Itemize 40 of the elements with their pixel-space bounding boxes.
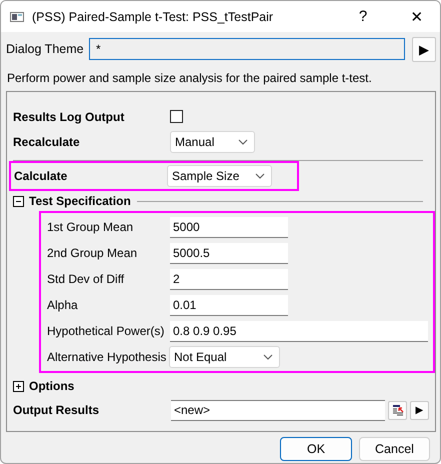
field-label: Std Dev of Diff (46, 272, 126, 286)
field-label: Dialog Theme (6, 42, 85, 56)
worksheet-icon (392, 404, 404, 416)
caret-icon (263, 354, 273, 360)
help-button[interactable]: ? (340, 1, 386, 32)
input-field[interactable]: 0.01 (170, 294, 288, 316)
window-title: (PSS) Paired-Sample t-Test: PSS_tTestPair (32, 10, 274, 24)
menu-button[interactable]: ▶ (412, 36, 436, 62)
caret-icon (238, 138, 248, 144)
checkbox[interactable] (170, 110, 183, 123)
close-button[interactable]: ✕ (394, 1, 440, 32)
cancel-button[interactable]: Cancel (359, 437, 430, 461)
section-title: Options (29, 379, 74, 393)
field-label: Results Log Output (13, 110, 126, 124)
input-field[interactable]: 2 (170, 268, 288, 290)
input-field[interactable]: 5000.5 (170, 242, 288, 264)
dropdown[interactable]: Sample Size (167, 165, 272, 187)
theme-field[interactable]: * (89, 38, 406, 60)
expand-icon[interactable] (13, 380, 24, 392)
caret-icon (255, 173, 265, 179)
field-label: 2nd Group Mean (46, 246, 138, 260)
collapse-icon[interactable] (13, 196, 24, 206)
menu-button[interactable]: ▶ (410, 400, 429, 420)
worksheet-button[interactable] (388, 400, 407, 420)
app-icon (10, 12, 24, 22)
field-label: Hypothetical Power(s) (46, 324, 166, 338)
field-label: 1st Group Mean (46, 220, 134, 234)
input-field[interactable]: 0.8 0.9 0.95 (170, 320, 428, 342)
field-label: Calculate (14, 169, 68, 183)
input-field[interactable]: 5000 (170, 216, 288, 238)
field-label: Output Results (13, 403, 100, 417)
dropdown[interactable]: Not Equal (169, 346, 280, 368)
field-label: Alpha (46, 298, 79, 312)
ok-button[interactable]: OK (280, 437, 352, 461)
section-title: Test Specification (29, 194, 131, 208)
field-label: Recalculate (13, 134, 81, 148)
dropdown[interactable]: Manual (170, 130, 255, 152)
description: Perform power and sample size analysis for the paired sample t-test. (7, 71, 373, 85)
input-field[interactable]: <new> (171, 400, 385, 420)
field-label: Alternative Hypothesis (46, 350, 168, 364)
